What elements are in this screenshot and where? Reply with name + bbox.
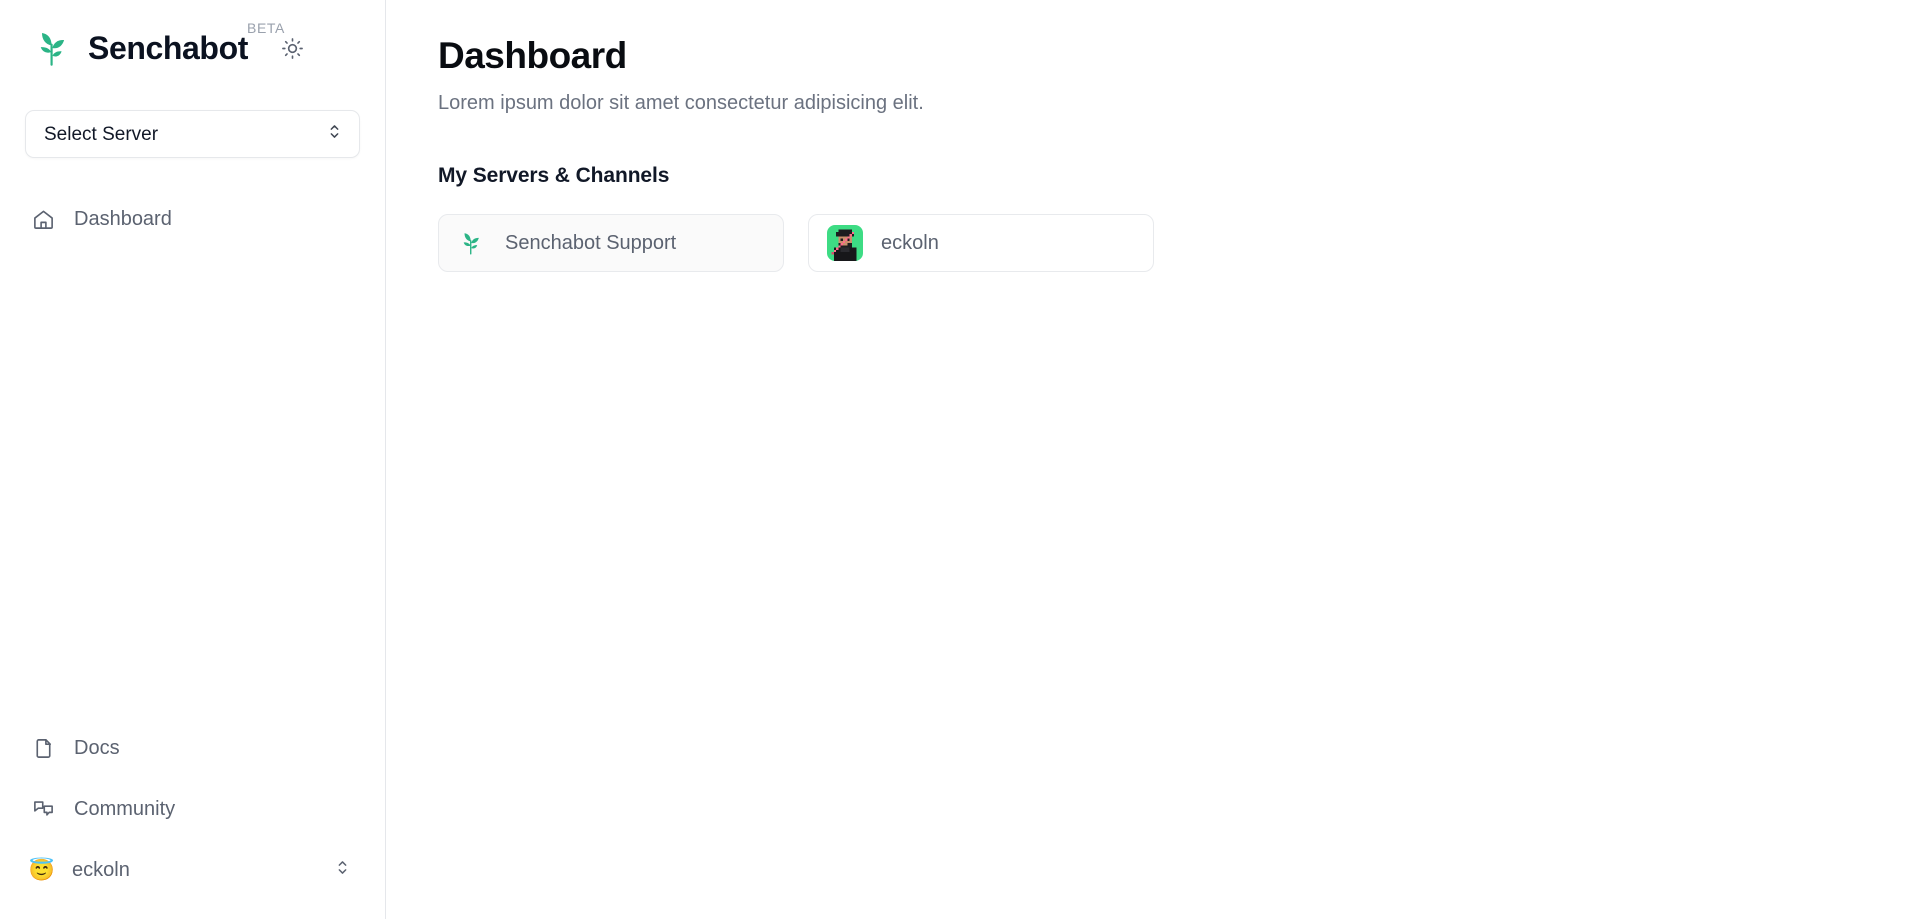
app-root: Senchabot BETA Select Server Dashboard D… (0, 0, 1920, 919)
sidebar-user-name: eckoln (72, 859, 130, 881)
brand-header: Senchabot BETA (25, 0, 360, 96)
chevron-up-down-icon (333, 858, 352, 882)
sidebar-item-label: Docs (74, 737, 120, 759)
server-select-label: Select Server (44, 123, 159, 145)
page-subtitle: Lorem ipsum dolor sit amet consectetur a… (438, 92, 924, 115)
beta-badge: BETA (247, 20, 285, 36)
sprout-icon (30, 26, 74, 70)
primary-nav: Dashboard (25, 196, 360, 250)
sprout-icon (457, 225, 485, 261)
brand-name: Senchabot (88, 30, 248, 66)
chevron-up-down-icon (325, 122, 344, 146)
sidebar: Senchabot BETA Select Server Dashboard D… (0, 0, 386, 919)
sidebar-item-docs[interactable]: Docs (25, 725, 360, 771)
sidebar-user-menu[interactable]: 😇 eckoln (25, 847, 360, 893)
home-icon (30, 206, 56, 232)
angel-face-emoji-avatar: 😇 (28, 858, 56, 882)
page-title: Dashboard (438, 35, 627, 76)
main-content: Dashboard Lorem ipsum dolor sit amet con… (386, 0, 1920, 919)
chat-bubbles-icon (30, 796, 56, 822)
section-title-servers: My Servers & Channels (438, 164, 670, 188)
sidebar-item-label: Community (74, 798, 176, 820)
secondary-nav: Docs Community 😇 eckoln (25, 725, 360, 919)
server-card-label: Senchabot Support (505, 232, 677, 255)
sidebar-item-dashboard[interactable]: Dashboard (25, 196, 360, 242)
server-card-eckoln[interactable]: eckoln (808, 214, 1154, 273)
sun-icon[interactable] (276, 31, 310, 65)
server-cards-list: Senchabot Support eckoln (438, 214, 1920, 273)
sidebar-item-label: Dashboard (74, 208, 172, 230)
server-select-dropdown[interactable]: Select Server (25, 110, 360, 158)
sidebar-item-community[interactable]: Community (25, 786, 360, 832)
server-card-label: eckoln (881, 232, 939, 255)
file-icon (30, 735, 56, 761)
server-card-senchabot-support[interactable]: Senchabot Support (438, 214, 784, 273)
pixel-portrait-avatar (827, 225, 863, 262)
